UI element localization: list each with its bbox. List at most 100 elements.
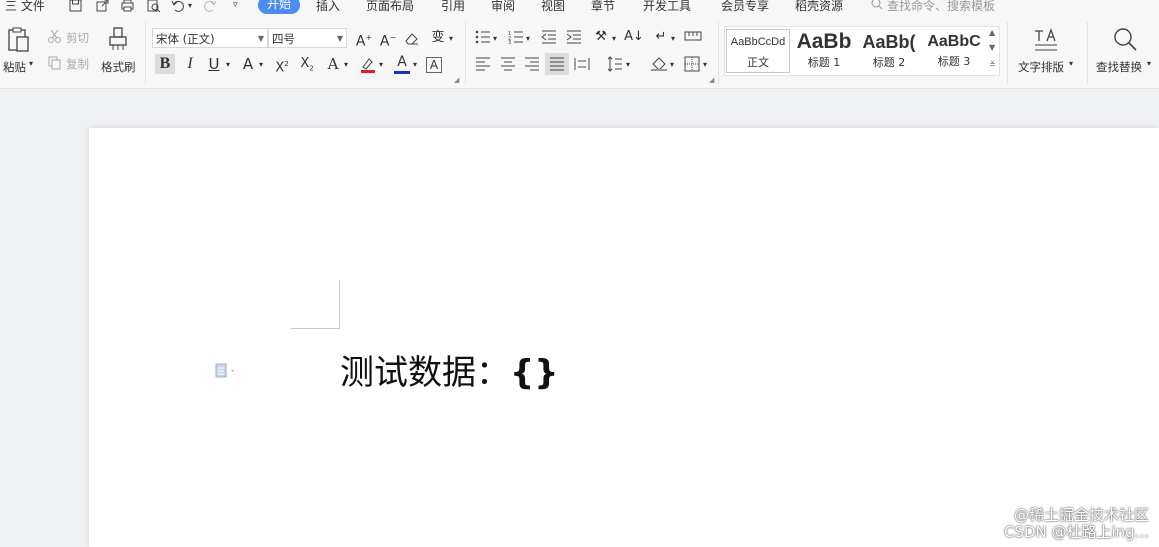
watermark-line-1: @稀土掘金技术社区 [1013, 506, 1149, 524]
paragraph-handle-icon[interactable] [214, 363, 236, 379]
file-menu[interactable]: 三 文件 [5, 0, 45, 14]
scroll-down-icon[interactable]: ▼ [989, 43, 995, 52]
chevron-down-icon[interactable]: ▾ [259, 60, 263, 69]
document-page[interactable] [89, 128, 1159, 547]
save-icon[interactable] [68, 0, 83, 13]
style-sample: AaBbCcDd [730, 36, 786, 48]
sort-icon[interactable]: A↓ [624, 27, 644, 47]
text-layout-icon[interactable] [1033, 27, 1059, 53]
style-normal[interactable]: AaBbCcDd 正文 [726, 29, 790, 73]
font-color-icon[interactable]: A [392, 52, 412, 72]
style-heading-2[interactable]: AaBb( 标题 2 [857, 29, 921, 73]
export-icon[interactable] [95, 0, 110, 13]
highlight-icon[interactable] [359, 56, 377, 74]
find-replace-button[interactable]: 查找替换 [1096, 59, 1142, 75]
font-name-select[interactable]: 宋体 (正文) ▼ [152, 28, 268, 48]
line-spacing-icon[interactable] [607, 56, 623, 72]
chevron-down-icon[interactable]: ▾ [626, 60, 630, 69]
tab-developer[interactable]: 开发工具 [643, 0, 691, 14]
tab-page-layout[interactable]: 页面布局 [366, 0, 414, 14]
decrease-font-icon[interactable]: A− [378, 28, 398, 50]
chevron-down-icon[interactable]: ▾ [1069, 59, 1073, 68]
align-left-icon[interactable] [475, 57, 491, 71]
clear-format-icon[interactable] [404, 31, 420, 46]
paste-button[interactable]: 粘贴 [3, 59, 26, 75]
tab-chapter[interactable]: 章节 [591, 0, 615, 14]
char-border-icon[interactable]: A [426, 57, 442, 73]
shading-icon[interactable] [650, 56, 668, 72]
bullet-list-icon[interactable] [475, 30, 491, 44]
font-size-select[interactable]: 四号 ▼ [268, 28, 347, 48]
tab-view[interactable]: 视图 [541, 0, 565, 14]
tab-review[interactable]: 审阅 [491, 0, 515, 14]
chevron-down-icon[interactable]: ▾ [226, 60, 230, 69]
tab-docer-resources[interactable]: 稻壳资源 [795, 0, 843, 14]
text-effect-button[interactable]: A [323, 54, 343, 74]
style-heading-1[interactable]: AaBb 标题 1 [792, 29, 856, 73]
chevron-down-icon[interactable]: ▾ [1147, 59, 1151, 68]
text-layout-button[interactable]: 文字排版 [1018, 59, 1064, 75]
increase-indent-icon[interactable] [566, 30, 582, 44]
ribbon-home: 粘贴 ▾ 剪切 复制 格式刷 宋体 (正文) ▼ 四号 ▼ A+ A− 变 ▾ B … [0, 16, 1159, 89]
style-sample: AaBb( [862, 32, 916, 52]
tab-references[interactable]: 引用 [441, 0, 465, 14]
chevron-down-icon[interactable]: ▾ [671, 34, 675, 43]
chevron-down-icon[interactable]: ▾ [344, 60, 348, 69]
cut-button[interactable]: 剪切 [66, 30, 89, 46]
copy-icon[interactable] [47, 55, 62, 70]
style-heading-3[interactable]: AaBbC 标题 3 [922, 29, 986, 73]
command-search-input[interactable]: 查找命令、搜索模板 [887, 0, 995, 14]
format-painter-icon[interactable] [107, 26, 129, 52]
find-icon[interactable] [1112, 26, 1138, 52]
group-divider [718, 22, 719, 84]
underline-button[interactable]: U [204, 54, 224, 74]
chevron-down-icon[interactable]: ▾ [670, 60, 674, 69]
undo-icon[interactable] [170, 0, 185, 13]
font-dialog-launcher-icon[interactable]: ◢ [454, 76, 459, 84]
tab-home[interactable]: 开始 [258, 0, 300, 14]
font-name-value: 宋体 (正文) [156, 32, 215, 46]
superscript-button[interactable]: X2 [272, 54, 292, 75]
subscript-button[interactable]: X2 [297, 54, 317, 74]
decrease-indent-icon[interactable] [541, 30, 557, 44]
justify-icon[interactable] [549, 57, 565, 71]
customize-toolbar-icon[interactable]: ▿ [233, 0, 238, 10]
align-center-icon[interactable] [500, 57, 516, 71]
tab-insert[interactable]: 插入 [316, 0, 340, 14]
copy-button[interactable]: 复制 [66, 56, 89, 72]
chevron-down-icon[interactable]: ▾ [526, 34, 530, 43]
bold-button[interactable]: B [155, 54, 175, 74]
chinese-layout-icon[interactable]: ⚒ [591, 27, 611, 47]
margin-corner-mark [291, 328, 340, 329]
undo-dropdown-icon[interactable]: ▾ [188, 1, 192, 10]
paragraph-dialog-launcher-icon[interactable]: ◢ [709, 76, 714, 84]
print-preview-icon[interactable] [146, 0, 161, 13]
format-painter-button[interactable]: 格式刷 [101, 59, 136, 75]
scroll-up-icon[interactable]: ▲ [989, 28, 995, 37]
chevron-down-icon[interactable]: ▾ [493, 34, 497, 43]
document-paragraph[interactable]: 测试数据：{} [340, 350, 558, 396]
cut-icon[interactable] [47, 29, 62, 44]
chevron-down-icon[interactable]: ▾ [449, 34, 453, 43]
line-break-icon[interactable]: ↵ [651, 27, 671, 47]
borders-icon[interactable] [684, 56, 700, 72]
paste-dropdown-icon[interactable]: ▾ [29, 59, 33, 68]
chevron-down-icon[interactable]: ▾ [703, 60, 707, 69]
distribute-icon[interactable] [574, 57, 590, 71]
chevron-down-icon[interactable]: ▾ [379, 60, 383, 69]
styles-gallery: AaBbCcDd 正文 AaBb 标题 1 AaBb( 标题 2 AaBbC 标… [724, 26, 1000, 76]
chevron-down-icon[interactable]: ▾ [413, 60, 417, 69]
paste-icon[interactable] [6, 26, 32, 54]
phonetic-guide-icon[interactable]: 变 [428, 28, 448, 48]
print-icon[interactable] [120, 0, 135, 13]
increase-font-icon[interactable]: A+ [354, 28, 374, 50]
italic-button[interactable]: I [180, 54, 200, 74]
styles-more-icon[interactable]: ≚ [989, 60, 996, 69]
strikethrough-button[interactable]: A [238, 54, 258, 74]
numbered-list-icon[interactable]: 123 [508, 30, 524, 44]
redo-icon[interactable] [203, 0, 218, 13]
tab-member[interactable]: 会员专享 [721, 0, 769, 14]
align-right-icon[interactable] [524, 57, 540, 71]
tab-stops-icon[interactable] [684, 31, 702, 41]
chevron-down-icon[interactable]: ▾ [612, 34, 616, 43]
